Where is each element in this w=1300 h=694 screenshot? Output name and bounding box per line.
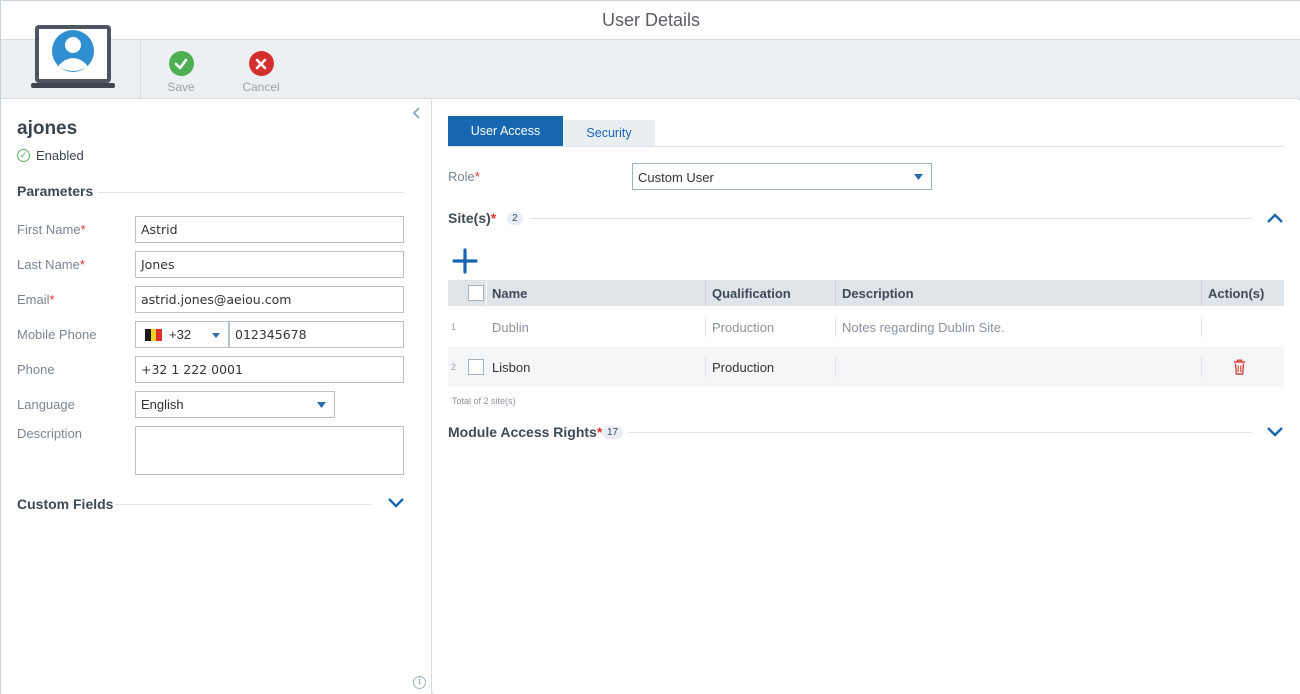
user-details-window: User Details Save Cancel ajones ✓ Enable… [0, 0, 1300, 694]
email-field[interactable]: astrid.jones@aeiou.com [135, 286, 404, 313]
chevron-up-icon[interactable] [1267, 213, 1283, 223]
trash-icon[interactable] [1233, 359, 1246, 375]
toolbar: Save Cancel [1, 25, 1300, 99]
save-check-icon [168, 51, 194, 76]
username: ajones [17, 118, 78, 139]
sites-title: Site(s)* [448, 210, 497, 226]
role-label: Role* [448, 169, 480, 184]
tab-security[interactable]: Security [563, 120, 655, 146]
role-select[interactable]: Custom User [632, 163, 932, 190]
column-separator [705, 280, 706, 306]
laptop-user-icon [31, 25, 115, 88]
description-label: Description [17, 426, 83, 441]
chevron-down-icon[interactable] [388, 498, 404, 508]
sites-count-badge: 2 [507, 212, 523, 225]
description-field[interactable] [135, 426, 404, 475]
table-header: Name Qualification Description Action(s) [448, 280, 1284, 306]
column-header-name[interactable]: Name [492, 286, 527, 301]
module-access-divider [628, 432, 1252, 433]
cancel-x-icon [248, 51, 274, 76]
collapse-left-icon[interactable] [412, 106, 421, 122]
site-name: Lisbon [492, 360, 531, 375]
mobile-number-field[interactable]: 012345678 [229, 321, 404, 348]
cell-separator [835, 357, 836, 377]
chevron-down-icon [317, 402, 326, 408]
last-name-field[interactable]: Jones [135, 251, 404, 278]
country-code-select[interactable]: +32 [135, 321, 229, 348]
parameters-heading: Parameters [17, 183, 94, 199]
column-separator [1201, 280, 1202, 306]
table-row[interactable]: 2 Lisbon Production [448, 347, 1284, 387]
custom-fields-heading: Custom Fields [17, 496, 114, 512]
site-qualification: Production [712, 320, 775, 335]
chevron-down-icon [914, 174, 923, 180]
email-label: Email* [17, 292, 55, 307]
belgium-flag-icon [145, 329, 163, 341]
window-title: User Details [601, 10, 701, 30]
cell-separator [705, 317, 706, 337]
site-description: Notes regarding Dublin Site. [842, 320, 1005, 335]
tab-user-access[interactable]: User Access [448, 116, 563, 146]
module-access-count-badge: 17 [602, 426, 624, 439]
info-icon[interactable]: i [413, 676, 426, 689]
country-code-value: +32 [169, 327, 192, 342]
select-all-checkbox[interactable] [468, 285, 484, 301]
mobile-phone-label: Mobile Phone [17, 327, 97, 342]
table-row[interactable]: 1 Dublin Production Notes regarding Dubl… [448, 307, 1284, 347]
add-plus-icon[interactable] [451, 247, 479, 275]
site-qualification: Production [712, 360, 775, 375]
enabled-check-icon: ✓ [17, 149, 30, 162]
first-name-field[interactable]: Astrid [135, 216, 404, 243]
cell-separator [705, 357, 706, 377]
column-separator [486, 280, 487, 306]
sites-divider [530, 218, 1252, 219]
save-button[interactable]: Save [151, 51, 211, 94]
column-header-actions: Action(s) [1208, 286, 1265, 301]
save-label: Save [167, 80, 195, 94]
site-name: Dublin [492, 320, 529, 335]
parameters-divider [98, 192, 404, 193]
cell-separator [1201, 317, 1202, 337]
title-bar: User Details [1, 1, 1300, 40]
column-header-qualification[interactable]: Qualification [712, 286, 791, 301]
last-name-label: Last Name* [17, 257, 85, 272]
cancel-label: Cancel [242, 80, 280, 94]
status-badge: ✓ Enabled [17, 148, 84, 163]
language-value: English [141, 397, 184, 412]
module-access-title: Module Access Rights* [448, 424, 603, 440]
cell-separator [835, 317, 836, 337]
custom-fields-divider [115, 504, 371, 505]
status-text: Enabled [36, 148, 84, 163]
row-index: 2 [451, 362, 457, 372]
phone-field[interactable]: +32 1 222 0001 [135, 356, 404, 383]
right-panel: User Access Security Role* Custom User S… [433, 100, 1300, 694]
role-value: Custom User [638, 170, 714, 185]
chevron-down-icon [212, 333, 220, 338]
phone-label: Phone [17, 362, 55, 377]
column-header-description[interactable]: Description [842, 286, 914, 301]
sites-total: Total of 2 site(s) [452, 396, 516, 406]
column-separator [835, 280, 836, 306]
avatar-area [1, 25, 141, 99]
left-panel: ajones ✓ Enabled Parameters First Name* … [1, 100, 432, 694]
row-checkbox[interactable] [468, 359, 484, 375]
language-label: Language [17, 397, 75, 412]
cell-separator [1201, 357, 1202, 377]
row-index: 1 [451, 322, 457, 332]
tabs-underline [448, 146, 1284, 147]
chevron-down-icon[interactable] [1267, 427, 1283, 437]
cancel-button[interactable]: Cancel [231, 51, 291, 94]
first-name-label: First Name* [17, 222, 86, 237]
language-select[interactable]: English [135, 391, 335, 418]
